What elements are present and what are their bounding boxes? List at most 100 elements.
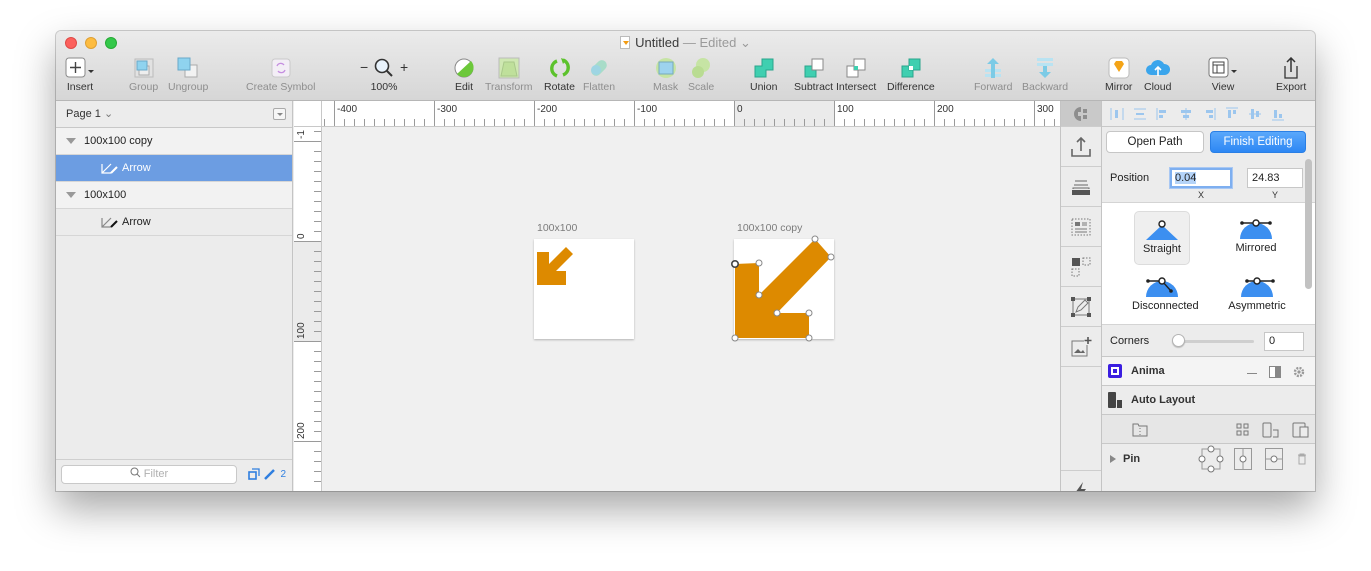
export-button[interactable]: Export — [1276, 56, 1306, 93]
expand-triangle-icon[interactable] — [1110, 454, 1116, 463]
view-button[interactable]: View — [1208, 57, 1238, 93]
sketch-document-icon — [620, 36, 631, 49]
rotate-button[interactable]: Rotate — [544, 57, 575, 93]
layer-shape-row[interactable]: Arrow — [56, 155, 292, 182]
forward-button[interactable]: Forward — [974, 57, 1013, 93]
layer-group-row[interactable]: 100x100 copy — [56, 128, 292, 155]
mask-button[interactable]: Mask — [653, 57, 678, 93]
filter-options[interactable]: 2 — [248, 468, 286, 480]
edit-button[interactable]: Edit — [453, 57, 475, 93]
artboard-100x100-copy[interactable] — [730, 235, 836, 342]
pin-horizontal-icon[interactable] — [1265, 448, 1283, 470]
horizontal-ruler[interactable]: -400 -300 -200 -100 0 100 200 300 — [322, 101, 1060, 127]
mirror-button[interactable]: Mirror — [1105, 57, 1132, 93]
grid-icon[interactable] — [1236, 423, 1250, 437]
pin-vertical-icon[interactable] — [1234, 448, 1252, 470]
lightning-button[interactable] — [1061, 471, 1101, 491]
align-left-icon[interactable] — [1156, 107, 1170, 121]
intersect-button[interactable]: Intersect — [836, 57, 876, 93]
arrow-shape-editing[interactable] — [730, 235, 836, 342]
union-button[interactable]: Union — [750, 57, 777, 93]
library-button[interactable] — [1061, 167, 1101, 207]
vertex-handle[interactable] — [805, 309, 813, 317]
duplicate-grid-button[interactable] — [1061, 247, 1101, 287]
vertex-handle[interactable] — [755, 259, 763, 267]
disclosure-triangle-icon[interactable] — [66, 138, 76, 144]
open-path-button[interactable]: Open Path — [1106, 131, 1204, 153]
transform-button[interactable]: Transform — [485, 57, 532, 93]
shape-path-icon — [100, 215, 118, 229]
corners-slider-knob[interactable] — [1172, 334, 1185, 347]
ruler-label: 0 — [737, 104, 743, 115]
flatten-button[interactable]: Flatten — [583, 57, 615, 93]
gear-icon[interactable] — [1293, 366, 1305, 378]
vertex-handle[interactable] — [773, 309, 781, 317]
cloud-button[interactable]: Cloud — [1144, 57, 1171, 93]
add-image-button[interactable] — [1061, 327, 1101, 367]
vertex-handle[interactable] — [827, 253, 835, 261]
corners-slider-track[interactable] — [1178, 340, 1254, 343]
minimize-icon[interactable] — [1247, 373, 1257, 374]
artboard-label[interactable]: 100x100 copy — [737, 222, 802, 234]
point-type-disconnected[interactable]: Disconnected — [1132, 269, 1199, 323]
artboards-filter-icon[interactable] — [248, 468, 261, 480]
point-type-mirrored[interactable]: Mirrored — [1228, 211, 1284, 265]
align-top-icon[interactable] — [1225, 107, 1239, 121]
vertex-handle[interactable] — [731, 334, 739, 342]
align-bottom-icon[interactable] — [1271, 107, 1285, 121]
distribute-vertical-icon[interactable] — [1133, 107, 1147, 121]
arrow-shape[interactable] — [534, 239, 634, 339]
filter-input[interactable]: Filter — [61, 465, 237, 484]
data-populate-button[interactable] — [1061, 207, 1101, 247]
create-symbol-button[interactable]: Create Symbol — [246, 57, 315, 93]
anima-plugin-header[interactable]: Anima — [1102, 357, 1315, 386]
selected-vertex-handle[interactable] — [730, 259, 740, 268]
backward-button[interactable]: Backward — [1022, 57, 1068, 93]
position-x-input[interactable]: 0.04 — [1170, 168, 1232, 188]
ungroup-button[interactable]: Ungroup — [168, 57, 208, 93]
ruler-tick — [314, 421, 321, 422]
prototype-button[interactable] — [1061, 287, 1101, 327]
document-title[interactable]: Untitled — Edited ⌄ — [56, 35, 1315, 51]
inspector-scrollbar[interactable] — [1305, 159, 1312, 289]
align-middle-icon[interactable] — [1248, 107, 1262, 121]
distribute-horizontal-icon[interactable] — [1110, 107, 1124, 121]
responsive-tablet-icon[interactable] — [1292, 422, 1310, 438]
point-type-straight[interactable]: Straight — [1134, 211, 1190, 265]
point-type-asymmetric[interactable]: Asymmetric — [1226, 269, 1288, 323]
difference-button[interactable]: Difference — [887, 57, 935, 93]
pin-edges-icon[interactable] — [1198, 445, 1224, 473]
align-right-icon[interactable] — [1202, 107, 1216, 121]
trash-icon[interactable] — [1297, 453, 1307, 465]
align-center-icon[interactable] — [1179, 107, 1193, 121]
auto-layout-header[interactable]: Auto Layout — [1102, 386, 1315, 415]
panel-toggle-icon[interactable] — [1269, 366, 1281, 378]
vertical-ruler[interactable]: -1 0 100 200 — [294, 127, 322, 491]
vertex-handle[interactable] — [805, 334, 813, 342]
artboard-100x100[interactable] — [534, 239, 634, 339]
corners-input[interactable]: 0 — [1264, 332, 1304, 351]
upload-button[interactable] — [1061, 127, 1101, 167]
group-button[interactable]: Group — [129, 57, 158, 93]
collapse-pages-button[interactable] — [273, 108, 286, 120]
position-y-input[interactable]: 24.83 — [1247, 168, 1303, 188]
scale-button[interactable]: Scale — [688, 57, 714, 93]
finish-editing-button[interactable]: Finish Editing — [1210, 131, 1306, 153]
canvas[interactable]: 100x100 100x100 copy — [322, 127, 1060, 491]
page-selector[interactable]: Page 1 ⌄ — [56, 101, 292, 128]
vertex-handle[interactable] — [811, 235, 819, 243]
responsive-phone-icon[interactable] — [1262, 422, 1280, 438]
disclosure-triangle-icon[interactable] — [66, 192, 76, 198]
edited-layers-icon[interactable] — [264, 468, 276, 480]
pin-section[interactable]: Pin — [1102, 444, 1315, 473]
vertex-handle[interactable] — [755, 291, 763, 299]
craft-button[interactable] — [1061, 101, 1101, 127]
artboard-label[interactable]: 100x100 — [537, 222, 577, 234]
zoom-out-button[interactable]: − — [360, 59, 368, 75]
stack-group-icon[interactable] — [1132, 423, 1148, 437]
layer-shape-row[interactable]: Arrow — [56, 209, 292, 236]
subtract-button[interactable]: Subtract — [794, 57, 833, 93]
layer-group-row[interactable]: 100x100 — [56, 182, 292, 209]
zoom-in-button[interactable]: + — [400, 59, 408, 75]
insert-button[interactable]: Insert — [65, 57, 95, 93]
